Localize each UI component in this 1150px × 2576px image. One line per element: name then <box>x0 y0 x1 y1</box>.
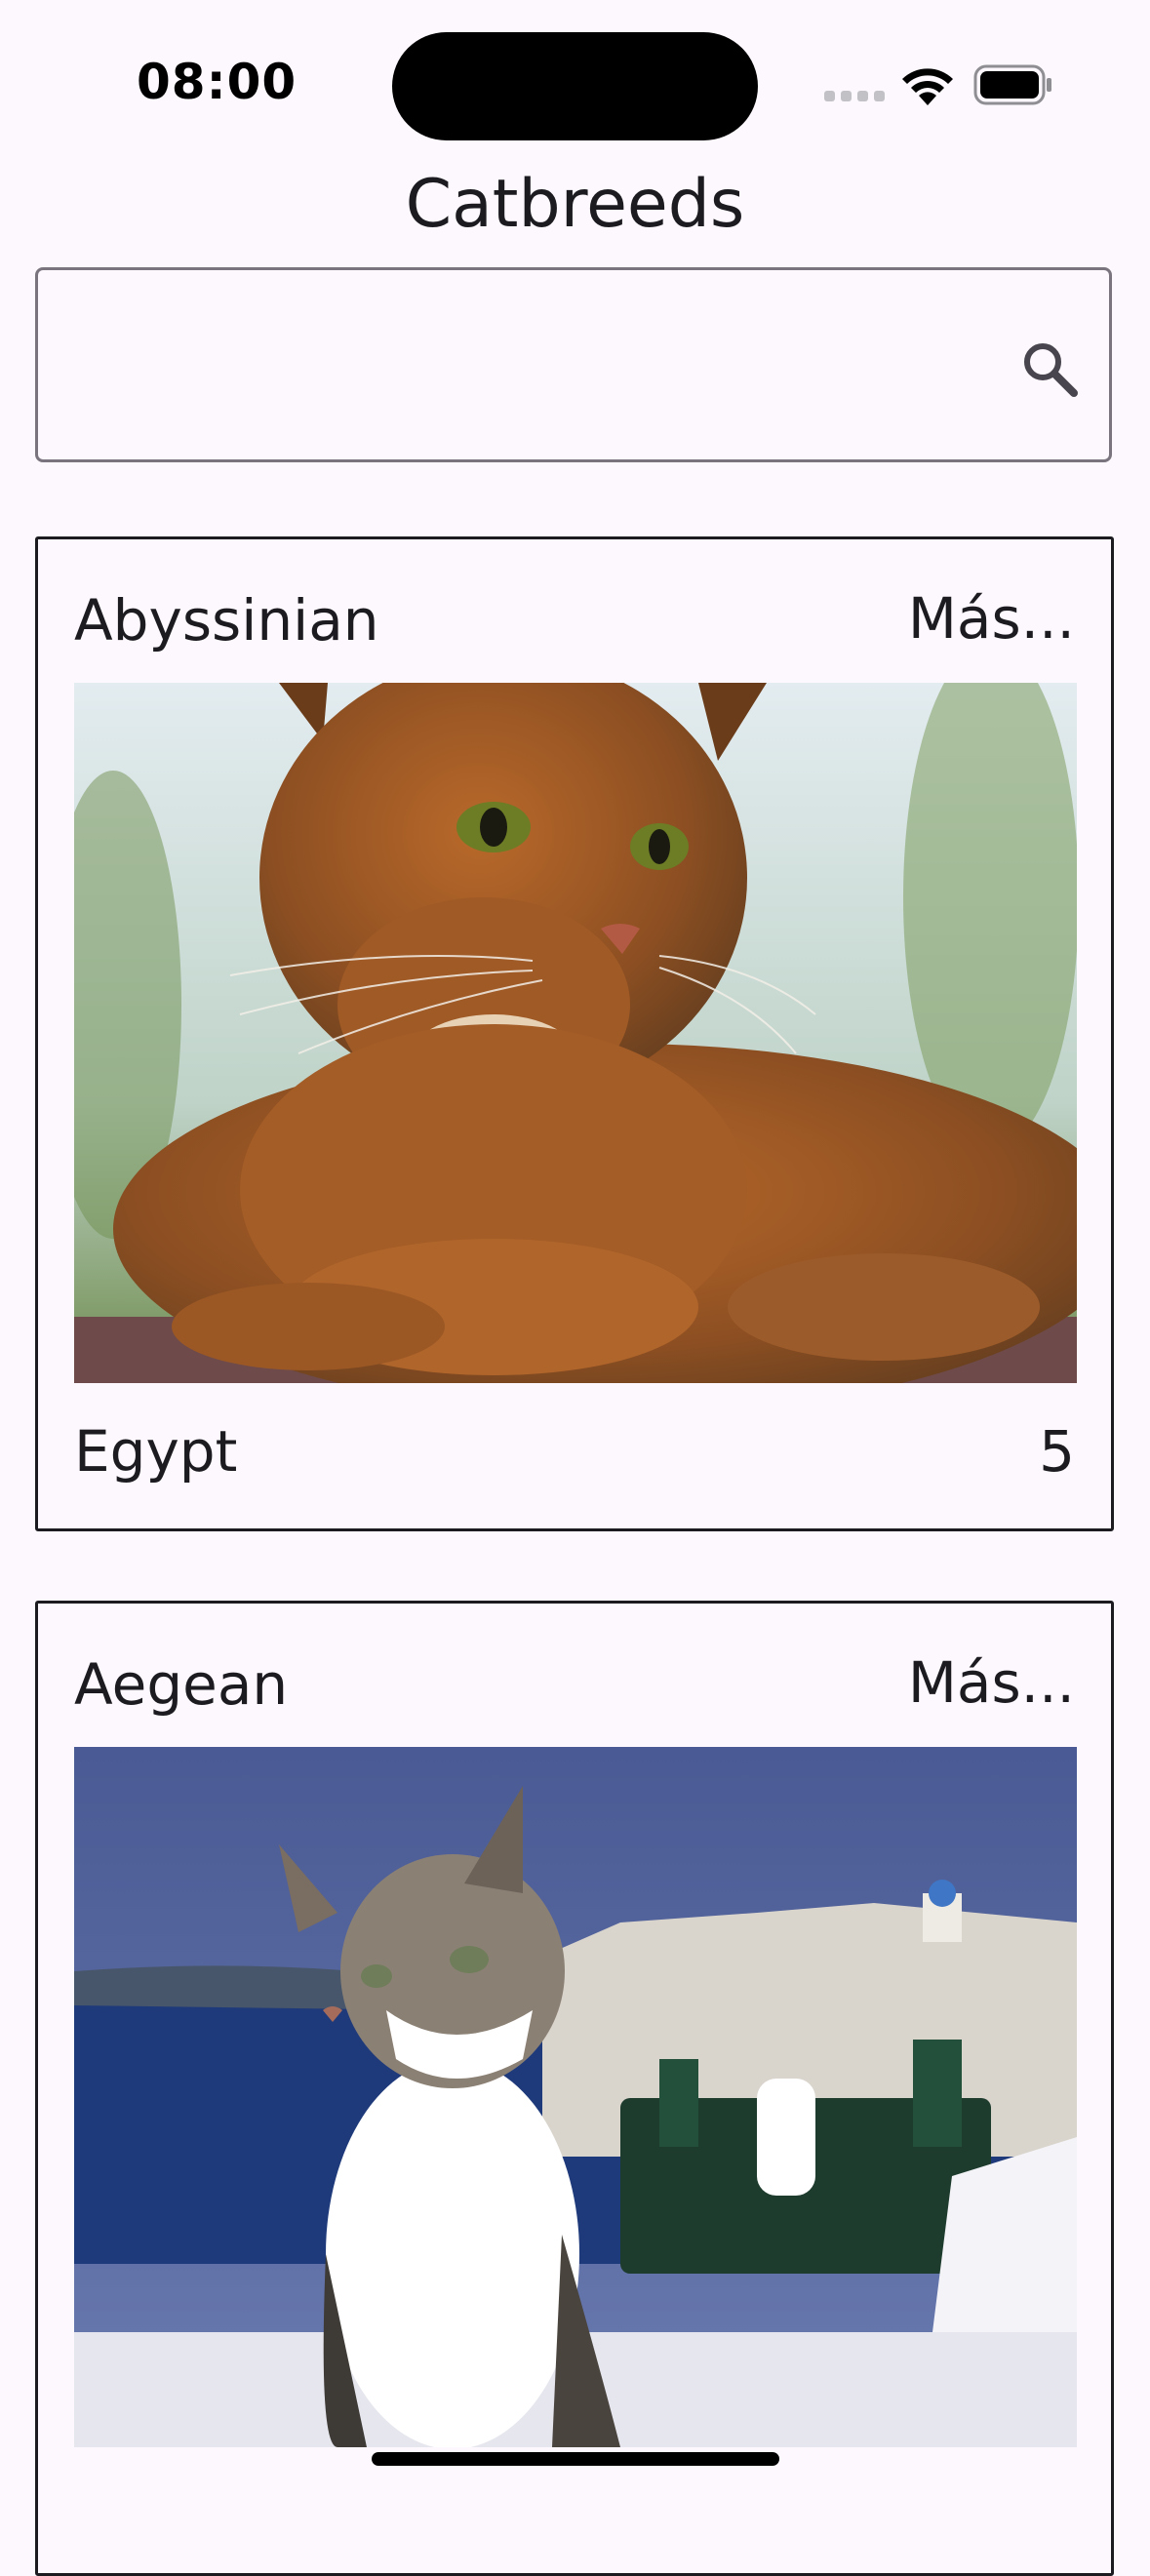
more-link[interactable]: Más... <box>908 1648 1075 1717</box>
breed-origin: Egypt <box>74 1418 238 1485</box>
more-link[interactable]: Más... <box>908 584 1075 653</box>
breed-rating: 5 <box>1039 1418 1075 1485</box>
wifi-icon <box>902 68 953 105</box>
breed-name: Abyssinian <box>74 587 379 654</box>
dynamic-island <box>392 32 758 140</box>
cellular-signal-icon <box>824 91 885 102</box>
battery-icon <box>973 64 1051 105</box>
status-time: 08:00 <box>137 54 297 110</box>
breed-card[interactable]: Abyssinian Más... Egypt 5 <box>35 536 1114 1531</box>
search-field[interactable] <box>35 267 1112 462</box>
breed-card[interactable]: Aegean Más... <box>35 1601 1114 2576</box>
status-bar: 08:00 <box>0 0 1150 166</box>
search-input[interactable] <box>61 309 1002 424</box>
breed-image <box>74 1747 1077 2447</box>
page-title: Catbreeds <box>405 166 745 243</box>
search-icon[interactable] <box>1017 337 1082 401</box>
breed-name: Aegean <box>74 1651 289 1718</box>
breed-image <box>74 683 1077 1383</box>
home-indicator[interactable] <box>372 2452 779 2466</box>
